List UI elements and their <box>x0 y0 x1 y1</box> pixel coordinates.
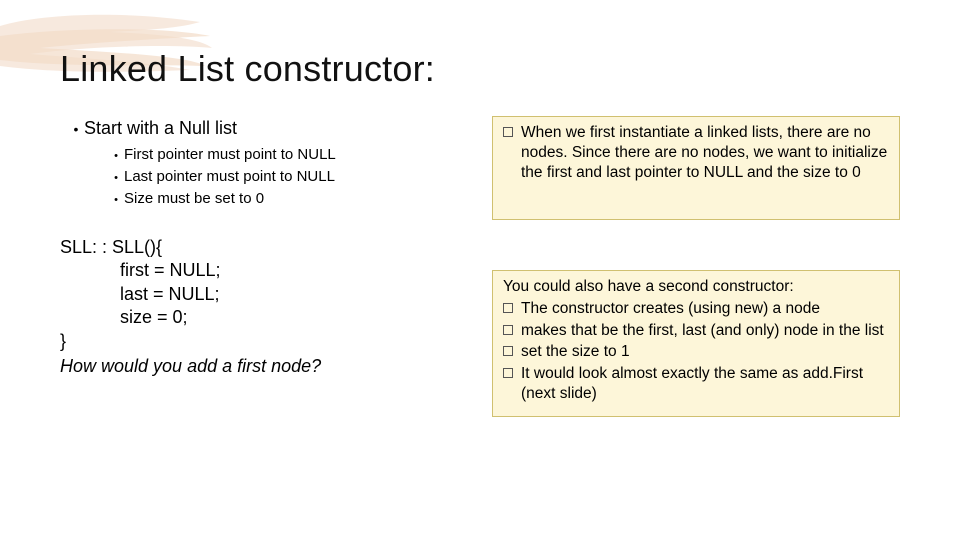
slide-root: Linked List constructor: • Start with a … <box>0 0 960 540</box>
sub-bullet: • Last pointer must point to NULL <box>108 168 468 188</box>
sub-bullet: • First pointer must point to NULL <box>108 146 468 166</box>
note-item: makes that be the first, last (and only)… <box>501 321 891 341</box>
note-item: The constructor creates (using new) a no… <box>501 299 891 319</box>
bullet-dot-icon: • <box>108 190 124 210</box>
slide-title: Linked List constructor: <box>60 48 435 90</box>
note-intro: You could also have a second constructor… <box>503 277 891 297</box>
note-item: It would look almost exactly the same as… <box>501 364 891 404</box>
sub-bullet-text: Last pointer must point to NULL <box>124 168 335 185</box>
checkbox-icon <box>503 346 513 356</box>
note-text: set the size to 1 <box>521 342 891 362</box>
note-box-top: When we first instantiate a linked lists… <box>492 116 900 220</box>
bullet-dot-icon: • <box>108 168 124 188</box>
note-text: The constructor creates (using new) a no… <box>521 299 891 319</box>
checkbox-icon <box>503 127 513 137</box>
sub-bullet: • Size must be set to 0 <box>108 190 468 210</box>
bullet-dot-icon: • <box>68 118 84 140</box>
note-item: When we first instantiate a linked lists… <box>501 123 891 182</box>
note-text: When we first instantiate a linked lists… <box>521 123 891 182</box>
checkbox-icon <box>503 325 513 335</box>
sub-bullet-text: First pointer must point to NULL <box>124 146 336 163</box>
code-line: first = NULL; <box>60 259 460 282</box>
code-line: size = 0; <box>60 306 460 329</box>
right-column: When we first instantiate a linked lists… <box>492 116 900 417</box>
note-text: makes that be the first, last (and only)… <box>521 321 891 341</box>
sub-bullet-list: • First pointer must point to NULL • Las… <box>108 146 468 210</box>
sub-bullet-text: Size must be set to 0 <box>124 190 264 207</box>
code-line: } <box>60 330 460 353</box>
checkbox-icon <box>503 368 513 378</box>
bullet-dot-icon: • <box>108 146 124 166</box>
bullet-main-text: Start with a Null list <box>84 118 237 139</box>
note-box-bottom: You could also have a second constructor… <box>492 270 900 417</box>
code-block: SLL: : SLL(){ first = NULL; last = NULL;… <box>60 236 460 378</box>
code-line: last = NULL; <box>60 283 460 306</box>
bullet-main: • Start with a Null list <box>68 118 468 140</box>
spacer <box>492 220 900 270</box>
code-line: SLL: : SLL(){ <box>60 236 460 259</box>
question-text: How would you add a first node? <box>60 355 460 378</box>
checkbox-icon <box>503 303 513 313</box>
note-item: set the size to 1 <box>501 342 891 362</box>
note-text: It would look almost exactly the same as… <box>521 364 891 404</box>
left-column: • Start with a Null list • First pointer… <box>68 118 468 212</box>
